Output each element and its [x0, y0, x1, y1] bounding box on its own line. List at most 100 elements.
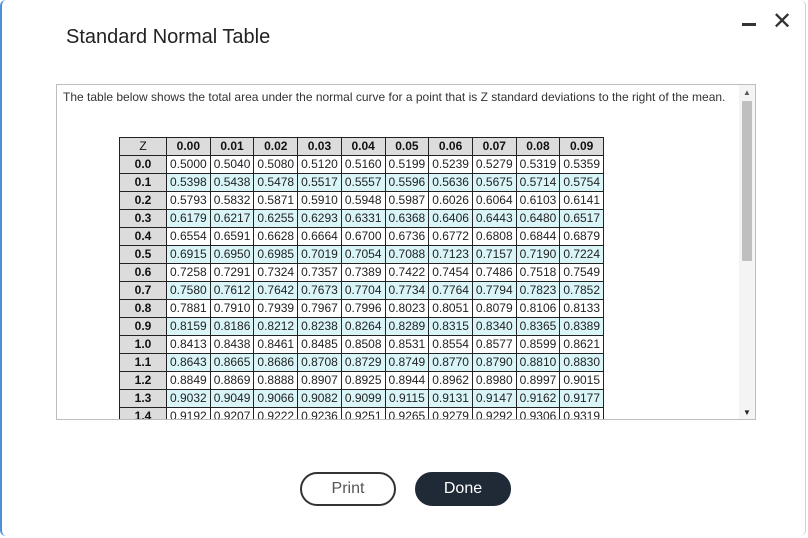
probability-cell: 0.6844: [515, 227, 561, 246]
table-row: 1.4 0.9192 0.9207 0.9222 0.9236 0.9251 0.9265 0…: [119, 407, 605, 419]
table-row: 0.2 0.5793 0.5832 0.5871 0.5910 0.5948 0.5987 0…: [119, 191, 605, 210]
probability-cell: 0.6026: [428, 191, 473, 210]
probability-cell: 0.6103: [515, 191, 561, 210]
probability-cell: 0.9115: [384, 389, 430, 408]
probability-cell: 0.7054: [340, 245, 386, 264]
vertical-scrollbar[interactable]: ▲ ▼: [739, 85, 755, 419]
standard-normal-table: Z 0.00 0.01 0.02 0.03 0.04 0.05 0.06 0.07 0.08 0.0…: [119, 137, 605, 419]
table-row: 0.7 0.7580 0.7612 0.7642 0.7673 0.7704 0.7734 0…: [119, 281, 605, 300]
probability-cell: 0.8790: [471, 353, 517, 372]
scrollbar-thumb[interactable]: [742, 101, 752, 261]
column-header: 0.01: [209, 137, 255, 156]
column-header: 0.02: [253, 137, 299, 156]
probability-cell: 0.5871: [253, 191, 299, 210]
z-value-cell: 1.2: [119, 371, 167, 390]
z-value-cell: 1.4: [119, 407, 167, 419]
scroll-down-arrow-icon[interactable]: ▼: [739, 405, 755, 419]
probability-cell: 0.5517: [297, 173, 342, 192]
z-column-header: Z: [119, 137, 167, 156]
probability-cell: 0.6179: [166, 209, 211, 228]
table-row: 1.0 0.8413 0.8438 0.8461 0.8485 0.8508 0.8531 0…: [119, 335, 605, 354]
column-header: 0.09: [559, 137, 605, 156]
probability-cell: 0.8186: [209, 317, 255, 336]
probability-cell: 0.7939: [253, 299, 299, 318]
probability-cell: 0.5636: [428, 173, 473, 192]
probability-cell: 0.5319: [515, 155, 561, 174]
probability-cell: 0.5120: [297, 155, 342, 174]
z-value-cell: 1.1: [119, 353, 167, 372]
probability-cell: 0.8023: [384, 299, 430, 318]
probability-cell: 0.9082: [297, 389, 342, 408]
close-icon: ✕: [771, 8, 793, 35]
z-value-cell: 0.1: [119, 173, 167, 192]
probability-cell: 0.8554: [428, 335, 473, 354]
probability-cell: 0.9236: [297, 407, 342, 419]
probability-cell: 0.6517: [559, 209, 605, 228]
z-value-cell: 0.7: [119, 281, 167, 300]
probability-cell: 0.6217: [209, 209, 255, 228]
probability-cell: 0.7910: [209, 299, 255, 318]
table-row: 0.1 0.5398 0.5438 0.5478 0.5517 0.5557 0.5596 0…: [119, 173, 605, 192]
probability-cell: 0.8051: [428, 299, 473, 318]
column-header: 0.07: [471, 137, 517, 156]
table-row: 0.9 0.8159 0.8186 0.8212 0.8238 0.8264 0.8289 0…: [119, 317, 605, 336]
minimize-button[interactable]: [737, 10, 761, 34]
probability-cell: 0.6331: [340, 209, 386, 228]
probability-cell: 0.8849: [166, 371, 211, 390]
table-header-row: Z 0.00 0.01 0.02 0.03 0.04 0.05 0.06 0.07 0.08 0.0…: [119, 137, 605, 156]
table-row: 0.3 0.6179 0.6217 0.6255 0.6293 0.6331 0.6368 0…: [119, 209, 605, 228]
close-button[interactable]: ✕: [770, 10, 794, 34]
probability-cell: 0.9032: [166, 389, 211, 408]
probability-cell: 0.5478: [253, 173, 299, 192]
probability-cell: 0.8315: [428, 317, 473, 336]
probability-cell: 0.6700: [340, 227, 386, 246]
probability-cell: 0.7852: [559, 281, 605, 300]
z-value-cell: 0.4: [119, 227, 167, 246]
table-row: 0.6 0.7258 0.7291 0.7324 0.7357 0.7389 0.7422 0…: [119, 263, 605, 282]
probability-cell: 0.7794: [471, 281, 517, 300]
probability-cell: 0.7019: [297, 245, 342, 264]
probability-cell: 0.8599: [515, 335, 561, 354]
scroll-up-arrow-icon[interactable]: ▲: [739, 85, 755, 99]
probability-cell: 0.8708: [297, 353, 342, 372]
probability-cell: 0.8461: [253, 335, 299, 354]
table-scroll-panel[interactable]: The table below shows the total area und…: [56, 84, 756, 420]
probability-cell: 0.8643: [166, 353, 211, 372]
column-header: 0.03: [297, 137, 342, 156]
probability-cell: 0.8962: [428, 371, 473, 390]
z-value-cell: 0.9: [119, 317, 167, 336]
done-button[interactable]: Done: [415, 472, 511, 506]
probability-cell: 0.5040: [209, 155, 255, 174]
table-body: 0.0 0.5000 0.5040 0.5080 0.5120 0.5160 0.5199 0…: [119, 155, 605, 419]
probability-cell: 0.6554: [166, 227, 211, 246]
print-button[interactable]: Print: [300, 472, 396, 506]
probability-cell: 0.6293: [297, 209, 342, 228]
probability-cell: 0.6736: [384, 227, 430, 246]
probability-cell: 0.7422: [384, 263, 430, 282]
z-value-cell: 0.3: [119, 209, 167, 228]
probability-cell: 0.8485: [297, 335, 342, 354]
probability-cell: 0.8106: [515, 299, 561, 318]
probability-cell: 0.5557: [340, 173, 386, 192]
probability-cell: 0.6985: [253, 245, 299, 264]
table-row: 1.1 0.8643 0.8665 0.8686 0.8708 0.8729 0.8749 0…: [119, 353, 605, 372]
probability-cell: 0.8413: [166, 335, 211, 354]
z-value-cell: 0.8: [119, 299, 167, 318]
probability-cell: 0.8365: [515, 317, 561, 336]
probability-cell: 0.5160: [340, 155, 386, 174]
probability-cell: 0.8508: [340, 335, 386, 354]
probability-cell: 0.8907: [297, 371, 342, 390]
probability-cell: 0.9265: [384, 407, 430, 419]
probability-cell: 0.6141: [559, 191, 605, 210]
probability-cell: 0.6443: [471, 209, 517, 228]
probability-cell: 0.5359: [559, 155, 605, 174]
probability-cell: 0.6064: [471, 191, 517, 210]
probability-cell: 0.8212: [253, 317, 299, 336]
z-value-cell: 0.0: [119, 155, 167, 174]
probability-cell: 0.9251: [340, 407, 386, 419]
probability-cell: 0.5398: [166, 173, 211, 192]
probability-cell: 0.8770: [428, 353, 473, 372]
probability-cell: 0.8133: [559, 299, 605, 318]
probability-cell: 0.5080: [253, 155, 299, 174]
probability-cell: 0.6664: [297, 227, 342, 246]
